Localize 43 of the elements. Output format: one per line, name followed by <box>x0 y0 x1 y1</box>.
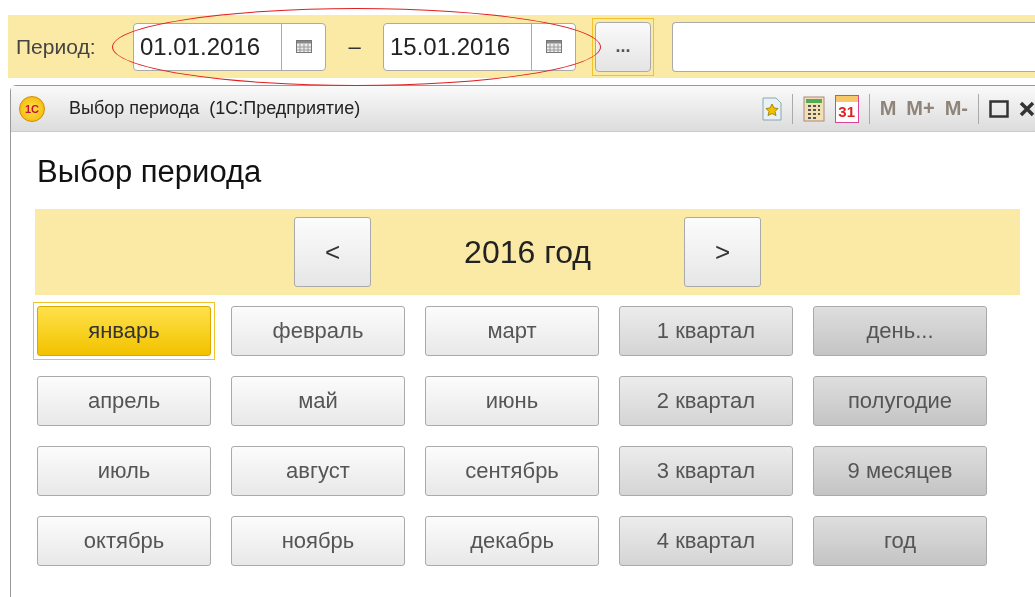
calculator-button[interactable] <box>802 95 825 122</box>
year-label: 2016 год <box>463 233 592 271</box>
period-button[interactable]: 2 квартал <box>619 376 793 426</box>
period-button[interactable]: 1 квартал <box>619 306 793 356</box>
period-button[interactable]: год <box>813 516 987 566</box>
period-button[interactable]: ноябрь <box>231 516 405 566</box>
calendar-button[interactable]: 31 <box>834 94 859 123</box>
previous-year-button[interactable]: < <box>294 217 371 287</box>
period-button[interactable]: апрель <box>37 376 211 426</box>
period-button[interactable]: 3 квартал <box>619 446 793 496</box>
star-icon <box>761 96 782 121</box>
next-year-button[interactable]: > <box>684 217 761 287</box>
period-button[interactable]: 9 месяцев <box>813 446 987 496</box>
period-button[interactable]: декабрь <box>425 516 599 566</box>
maximize-button[interactable] <box>989 99 1009 118</box>
input-field[interactable] <box>672 21 1035 72</box>
close-icon <box>1019 99 1035 118</box>
calendar-icon <box>295 40 312 53</box>
dialog-heading: Выбор периода <box>37 154 263 190</box>
period-button[interactable]: май <box>231 376 405 426</box>
period-button[interactable]: сентябрь <box>425 446 599 496</box>
favorite-button[interactable] <box>761 96 782 121</box>
period-button[interactable]: октябрь <box>37 516 211 566</box>
calculator-icon <box>802 95 825 122</box>
period-button[interactable]: полугодие <box>813 376 987 426</box>
period-button[interactable]: июнь <box>425 376 599 426</box>
close-button[interactable] <box>1019 99 1035 118</box>
period-button[interactable]: январь <box>37 306 211 356</box>
period-button[interactable]: 4 квартал <box>619 516 793 566</box>
calendar-icon <box>545 40 562 53</box>
maximize-icon <box>989 99 1009 118</box>
period-label: Период: <box>16 34 97 59</box>
start-date-field[interactable]: 01.01.2016 <box>133 22 326 71</box>
more-button[interactable]: ... <box>595 21 651 72</box>
app-logo: 1С <box>19 95 45 122</box>
date-separator: – <box>347 33 362 60</box>
period-button[interactable]: июль <box>37 446 211 496</box>
period-button[interactable]: день... <box>813 306 987 356</box>
period-button[interactable]: март <box>425 306 599 356</box>
period-button[interactable]: август <box>231 446 405 496</box>
window-title: Выбор периода (1С:Предприятие) <box>69 98 362 119</box>
period-button[interactable]: февраль <box>231 306 405 356</box>
end-date-field[interactable]: 15.01.2016 <box>383 22 576 71</box>
